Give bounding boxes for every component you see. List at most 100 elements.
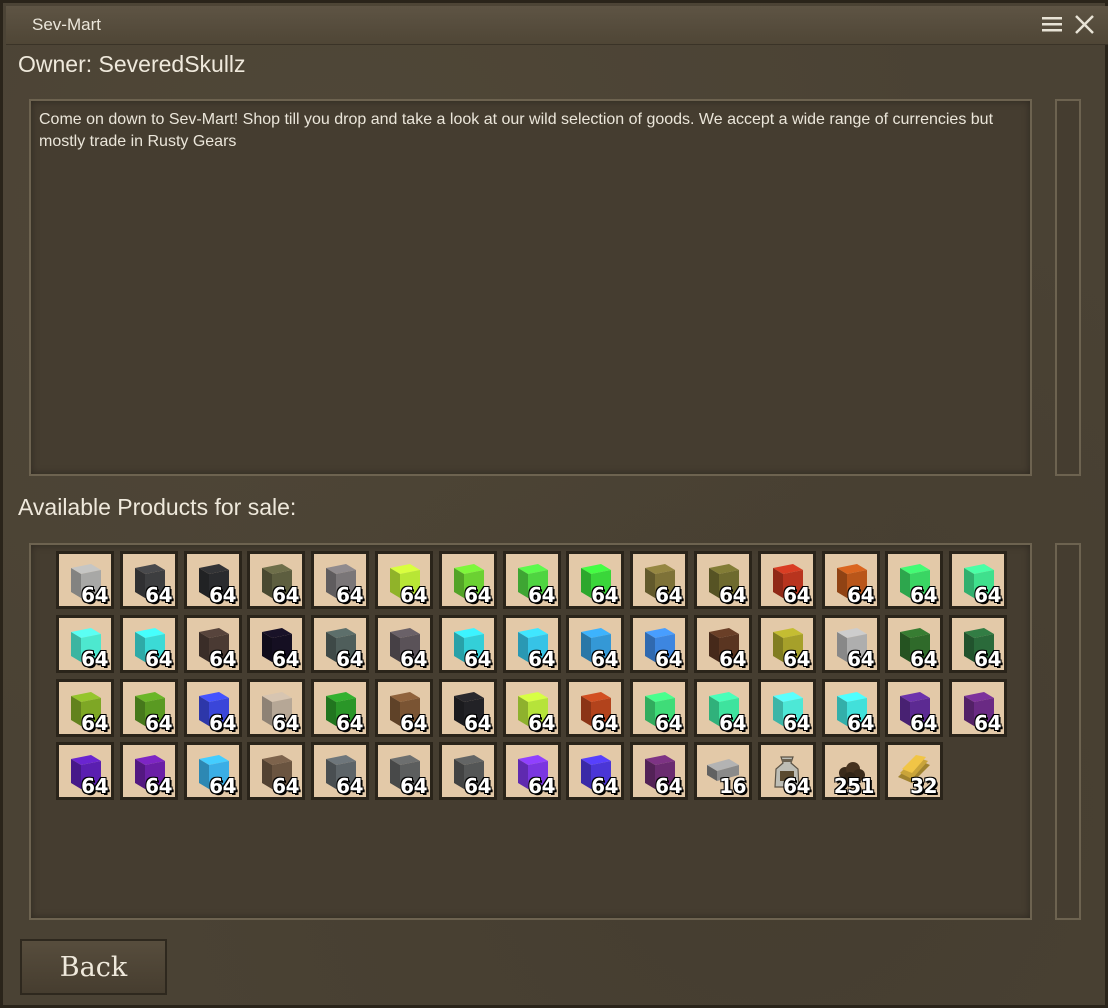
product-slot[interactable]: 64 (247, 679, 305, 737)
product-slot[interactable]: 64 (949, 551, 1007, 609)
product-slot[interactable]: 64 (694, 551, 752, 609)
product-slot[interactable]: 64 (311, 615, 369, 673)
product-slot[interactable]: 64 (184, 551, 242, 609)
item-quantity: 64 (464, 711, 491, 735)
hamburger-menu-icon[interactable] (1040, 12, 1066, 38)
item-quantity: 64 (974, 583, 1001, 607)
product-slot[interactable]: 64 (566, 742, 624, 800)
item-quantity: 64 (910, 647, 937, 671)
title-bar: Sev-Mart (6, 6, 1108, 45)
product-slot[interactable]: 64 (439, 679, 497, 737)
item-quantity: 64 (783, 711, 810, 735)
product-slot[interactable]: 64 (630, 679, 688, 737)
product-slot[interactable]: 64 (56, 742, 114, 800)
product-slot[interactable]: 64 (885, 615, 943, 673)
product-slot[interactable]: 16 (694, 742, 752, 800)
product-slot[interactable]: 64 (630, 742, 688, 800)
shop-window: Sev-Mart Owner: SeveredSkullz Come on do… (0, 0, 1108, 1008)
description-box[interactable]: Come on down to Sev-Mart! Shop till you … (29, 99, 1032, 476)
item-quantity: 64 (719, 647, 746, 671)
product-slot[interactable]: 64 (56, 615, 114, 673)
description-scrollbar[interactable] (1055, 99, 1081, 476)
item-quantity: 64 (783, 774, 810, 798)
item-quantity: 64 (847, 711, 874, 735)
item-quantity: 64 (528, 774, 555, 798)
item-quantity: 64 (400, 583, 427, 607)
product-slot[interactable]: 64 (822, 551, 880, 609)
item-quantity: 64 (81, 647, 108, 671)
product-slot[interactable]: 64 (439, 551, 497, 609)
item-quantity: 251 (833, 774, 875, 798)
product-slot[interactable]: 64 (503, 615, 561, 673)
product-slot[interactable]: 64 (503, 551, 561, 609)
item-quantity: 32 (910, 774, 937, 798)
product-slot[interactable]: 64 (822, 679, 880, 737)
product-slot[interactable]: 64 (566, 615, 624, 673)
product-slot[interactable]: 64 (56, 679, 114, 737)
product-slot[interactable]: 64 (439, 615, 497, 673)
item-quantity: 64 (974, 711, 1001, 735)
item-quantity: 64 (719, 711, 746, 735)
item-quantity: 64 (336, 774, 363, 798)
owner-label: Owner: SeveredSkullz (18, 51, 246, 77)
product-slot[interactable]: 64 (758, 742, 816, 800)
product-slot[interactable]: 64 (311, 742, 369, 800)
item-quantity: 64 (209, 647, 236, 671)
product-slot[interactable]: 64 (247, 742, 305, 800)
product-slot[interactable]: 64 (120, 679, 178, 737)
product-slot[interactable]: 64 (375, 615, 433, 673)
item-quantity: 64 (400, 774, 427, 798)
product-slot[interactable]: 64 (247, 615, 305, 673)
item-quantity: 64 (783, 647, 810, 671)
product-slot[interactable]: 64 (503, 679, 561, 737)
item-quantity: 64 (209, 774, 236, 798)
item-quantity: 64 (464, 647, 491, 671)
product-slot[interactable]: 64 (56, 551, 114, 609)
product-slot[interactable]: 64 (630, 551, 688, 609)
item-quantity: 64 (81, 774, 108, 798)
product-slot[interactable]: 64 (822, 615, 880, 673)
product-slot[interactable]: 64 (630, 615, 688, 673)
product-slot[interactable]: 64 (885, 551, 943, 609)
product-slot[interactable]: 64 (694, 615, 752, 673)
item-quantity: 64 (655, 774, 682, 798)
product-slot[interactable]: 64 (694, 679, 752, 737)
product-slot[interactable]: 64 (566, 551, 624, 609)
product-slot[interactable]: 64 (758, 551, 816, 609)
product-slot[interactable]: 64 (566, 679, 624, 737)
product-slot[interactable]: 64 (375, 551, 433, 609)
item-quantity: 64 (847, 647, 874, 671)
item-quantity: 64 (272, 583, 299, 607)
item-quantity: 64 (145, 647, 172, 671)
product-slot[interactable]: 64 (949, 615, 1007, 673)
product-slot[interactable]: 64 (120, 742, 178, 800)
product-slot[interactable]: 64 (375, 742, 433, 800)
product-slot[interactable]: 251 (822, 742, 880, 800)
item-quantity: 64 (591, 583, 618, 607)
item-quantity: 64 (655, 583, 682, 607)
products-scrollbar[interactable] (1055, 543, 1081, 920)
product-slot[interactable]: 64 (758, 615, 816, 673)
product-slot[interactable]: 64 (120, 551, 178, 609)
product-slot[interactable]: 64 (247, 551, 305, 609)
product-slot[interactable]: 64 (184, 679, 242, 737)
product-slot[interactable]: 64 (375, 679, 433, 737)
product-slot[interactable]: 64 (184, 615, 242, 673)
product-slot[interactable]: 32 (885, 742, 943, 800)
close-icon[interactable] (1072, 12, 1098, 38)
product-slot[interactable]: 64 (184, 742, 242, 800)
product-slot[interactable]: 64 (311, 679, 369, 737)
item-quantity: 64 (400, 711, 427, 735)
product-slot[interactable]: 64 (120, 615, 178, 673)
item-quantity: 64 (847, 583, 874, 607)
product-slot[interactable]: 64 (885, 679, 943, 737)
product-slot[interactable]: 64 (758, 679, 816, 737)
item-quantity: 64 (209, 711, 236, 735)
product-slot[interactable]: 64 (311, 551, 369, 609)
product-slot[interactable]: 64 (439, 742, 497, 800)
back-button[interactable]: Back (20, 939, 167, 995)
product-slot[interactable]: 64 (949, 679, 1007, 737)
product-slot[interactable]: 64 (503, 742, 561, 800)
item-quantity: 64 (591, 647, 618, 671)
item-quantity: 64 (591, 774, 618, 798)
